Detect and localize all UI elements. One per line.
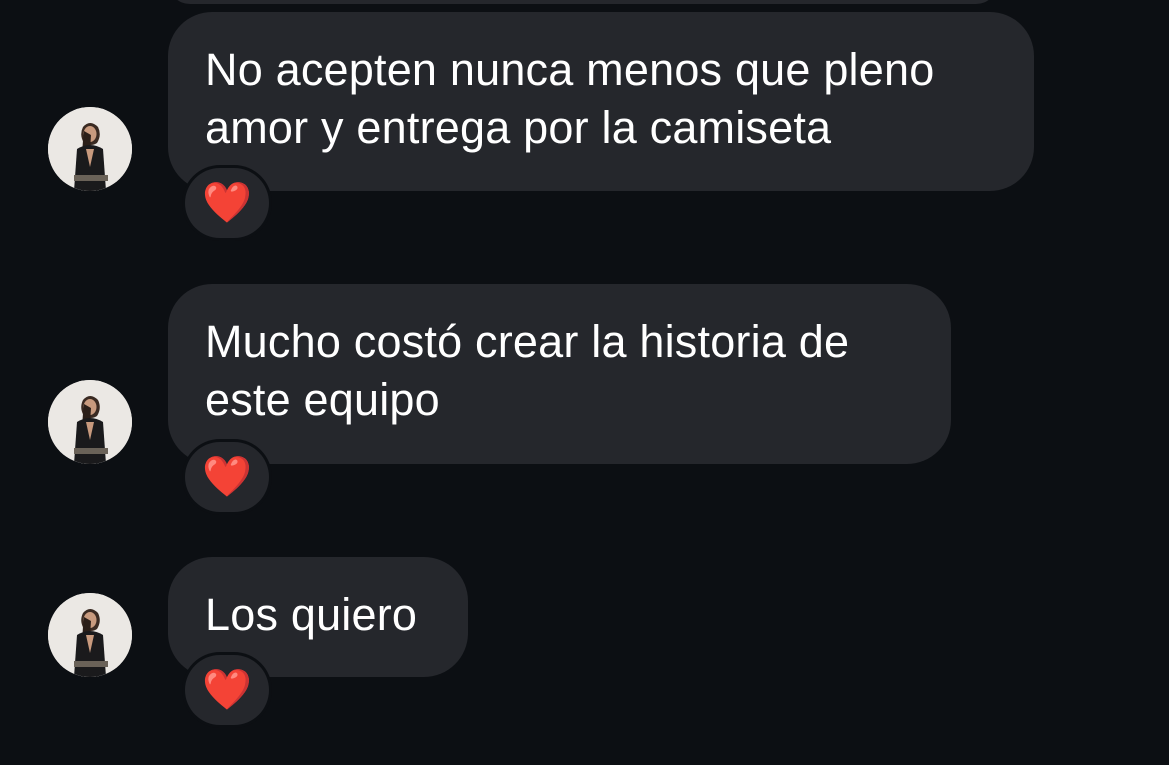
heart-icon: ❤️ [202, 180, 252, 226]
avatar[interactable] [48, 593, 132, 677]
message-text-line: este equipo [205, 374, 440, 425]
previous-message-bubble[interactable] [168, 0, 998, 4]
avatar[interactable] [48, 107, 132, 191]
avatar[interactable] [48, 380, 132, 464]
message-bubble[interactable]: Mucho costó crear la historia de este eq… [168, 284, 951, 464]
message-text-line: Los quiero [205, 589, 418, 640]
heart-icon: ❤️ [202, 454, 252, 500]
message-bubble[interactable]: No acepten nunca menos que pleno amor y … [168, 12, 1034, 191]
heart-icon: ❤️ [202, 667, 252, 713]
message-text-line: No acepten nunca menos que pleno [205, 44, 935, 95]
chat-thread: No acepten nunca menos que pleno amor y … [0, 0, 1169, 765]
reaction-pill[interactable]: ❤️ [182, 165, 272, 241]
message-text-line: Mucho costó crear la historia de [205, 316, 850, 367]
reaction-pill[interactable]: ❤️ [182, 439, 272, 515]
message-text-line: amor y entrega por la camiseta [205, 102, 832, 153]
reaction-pill[interactable]: ❤️ [182, 652, 272, 728]
